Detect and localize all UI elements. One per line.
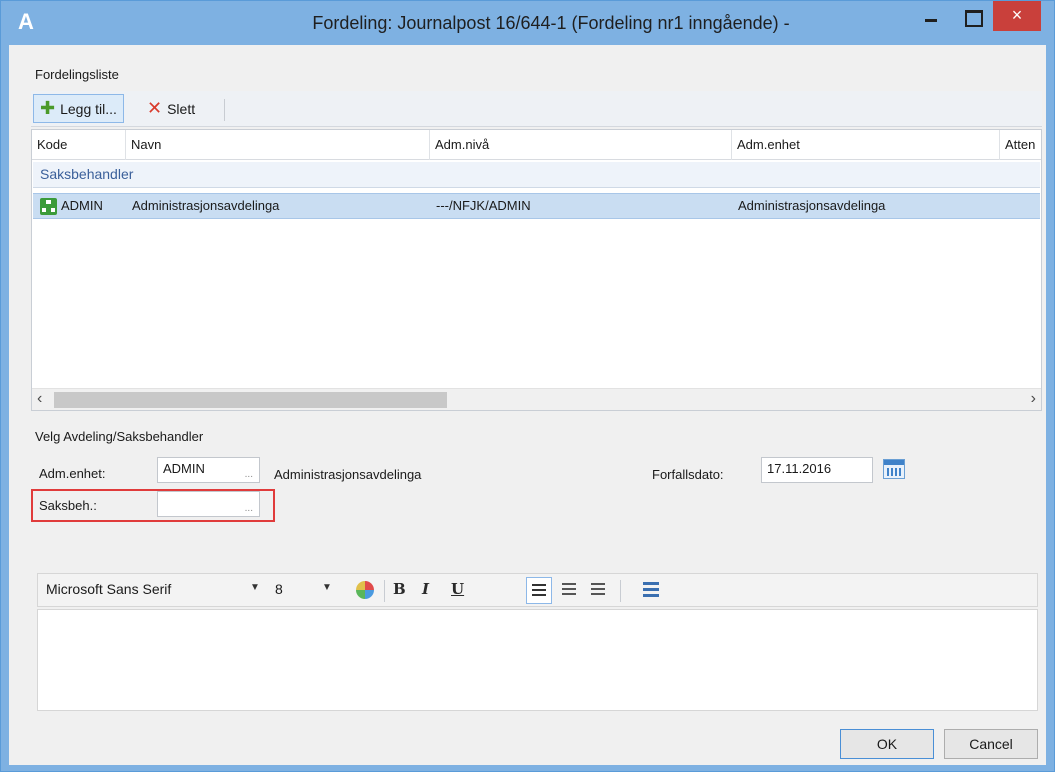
column-header-adm-niva[interactable]: Adm.nivå [430,130,732,160]
adm-enhet-label: Adm.enhet: [39,466,106,481]
window-title: Fordeling: Journalpost 16/644-1 (Fordeli… [312,13,790,33]
organization-icon [40,198,57,215]
font-dropdown-icon[interactable]: ▼ [250,582,260,593]
column-header-adm-enhet[interactable]: Adm.enhet [732,130,1000,160]
format-toolbar: Microsoft Sans Serif ▼ 8 ▼ B I U [37,573,1038,607]
distribution-toolbar: ✚ Legg til... ✕ Slett [31,91,1042,127]
distribution-grid: Kode Navn Adm.nivå Adm.enhet Atten Saksb… [31,129,1042,411]
format-separator [384,580,385,602]
scroll-right-arrow-icon[interactable]: › [1031,390,1036,408]
format-separator-2 [620,580,621,602]
delete-x-icon: ✕ [147,98,163,118]
size-dropdown-icon[interactable]: ▼ [322,582,332,593]
cell-kode: ADMIN [61,198,103,213]
delete-button[interactable]: ✕ Slett [141,94,201,123]
cancel-button[interactable]: Cancel [944,729,1038,759]
saksbeh-input[interactable]: ... [157,491,260,517]
group-row-title: Saksbehandler [40,166,134,182]
due-date-value: 17.11.2016 [767,461,832,476]
table-row[interactable]: ADMIN Administrasjonsavdelinga ---/NFJK/… [33,193,1040,219]
font-family-select[interactable]: Microsoft Sans Serif [46,581,171,597]
cell-adm-enhet: Administrasjonsavdelinga [738,198,886,213]
saksbeh-label: Saksbeh.: [39,498,97,513]
delete-button-label: Slett [167,100,196,117]
adm-enhet-input[interactable]: ADMIN ... [157,457,260,483]
maximize-button[interactable] [953,1,993,31]
adm-enhet-value: ADMIN [163,461,205,476]
calendar-icon[interactable] [883,459,905,479]
color-palette-icon[interactable] [356,581,374,599]
align-left-button[interactable] [526,577,552,604]
minimize-button[interactable] [911,1,951,31]
cell-navn: Administrasjonsavdelinga [132,198,280,213]
plus-icon: ✚ [40,98,56,118]
font-size-select[interactable]: 8 [275,581,283,597]
horizontal-scrollbar[interactable]: ‹ › [32,388,1041,410]
title-bar: A Fordeling: Journalpost 16/644-1 (Forde… [1,1,1054,45]
dialog-window: A Fordeling: Journalpost 16/644-1 (Forde… [0,0,1055,772]
grid-header: Kode Navn Adm.nivå Adm.enhet Atten [32,130,1041,160]
column-header-atten[interactable]: Atten [1000,130,1041,160]
underline-button[interactable]: U [451,580,464,598]
rich-text-editor[interactable] [37,609,1038,711]
due-date-label: Forfallsdato: [652,467,724,482]
due-date-input[interactable]: 17.11.2016 [761,457,873,483]
app-icon: A [18,9,34,34]
ok-button[interactable]: OK [840,729,934,759]
toolbar-separator [224,99,225,121]
adm-enhet-lookup-button[interactable]: ... [245,469,253,480]
align-right-icon[interactable] [591,583,605,597]
group-row-saksbehandler[interactable]: Saksbehandler [33,162,1040,188]
column-header-kode[interactable]: Kode [32,130,126,160]
bold-button[interactable]: B [393,580,406,598]
scroll-thumb[interactable] [54,392,447,408]
selection-group-label: Velg Avdeling/Saksbehandler [35,429,204,444]
scroll-left-arrow-icon[interactable]: ‹ [37,390,42,408]
add-button-label: Legg til... [60,100,117,117]
bullet-list-icon[interactable] [643,582,659,598]
add-button[interactable]: ✚ Legg til... [33,94,124,123]
adm-enhet-name: Administrasjonsavdelinga [274,467,422,482]
saksbeh-lookup-button[interactable]: ... [245,503,253,514]
align-center-icon[interactable] [562,583,576,597]
distribution-list-group-label: Fordelingsliste [35,67,119,82]
cell-adm-niva: ---/NFJK/ADMIN [436,198,531,213]
italic-button[interactable]: I [422,580,429,598]
close-button[interactable]: × [993,1,1041,31]
column-header-navn[interactable]: Navn [126,130,430,160]
align-left-icon [532,584,546,598]
